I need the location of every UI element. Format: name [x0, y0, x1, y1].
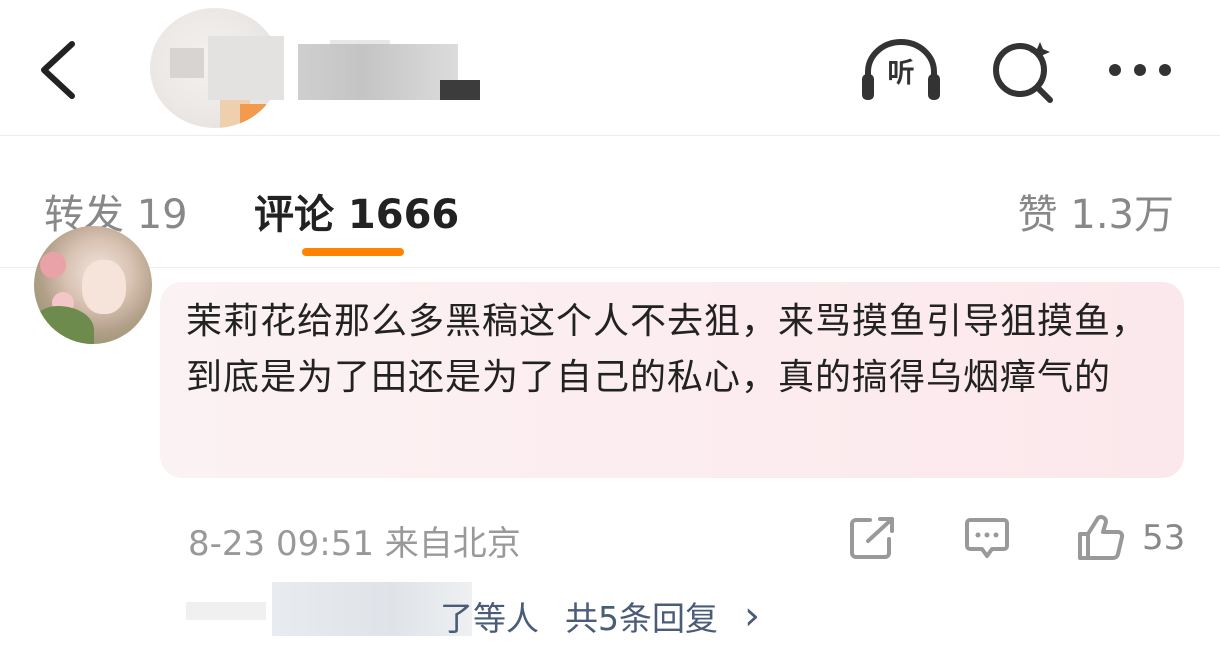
tab-likes[interactable]: 赞 1.3万 [1018, 182, 1174, 240]
view-replies-link[interactable]: 了等人 共5条回复 › [440, 592, 760, 640]
top-bar: 听 [0, 0, 1220, 136]
tab-comments[interactable]: 评论 1666 [254, 182, 459, 240]
share-icon [850, 517, 894, 559]
reply-users-suffix: 了等人 [440, 599, 539, 638]
search-sparkle-icon [993, 42, 1053, 103]
search-button[interactable] [982, 36, 1068, 104]
like-button[interactable]: 53 [1076, 512, 1185, 564]
more-button[interactable] [1100, 36, 1186, 104]
more-dots-icon [1109, 64, 1171, 76]
commenter-avatar[interactable] [34, 226, 152, 344]
share-button[interactable] [848, 512, 898, 564]
chevron-left-icon [41, 41, 75, 99]
comment-meta: 8-23 09:51 来自北京 [188, 524, 521, 564]
thumbs-up-icon [1078, 515, 1125, 560]
like-count: 53 [1142, 518, 1186, 558]
tab-bar: 转发 19 评论 1666 赞 1.3万 [0, 136, 1220, 268]
back-button[interactable] [30, 38, 90, 102]
author-name-blurred [208, 36, 284, 100]
reply-count: 共5条回复 [565, 599, 718, 638]
comment-text: 茉莉花给那么多黑稿这个人不去狙，来骂摸鱼引导狙摸鱼，到底是为了田还是为了自己的私… [186, 301, 1149, 398]
chevron-right-icon: › [744, 593, 760, 639]
listen-button[interactable]: 听 [858, 36, 944, 104]
comment-icon [965, 518, 1009, 558]
listen-label: 听 [887, 57, 915, 89]
comment-bubble: 茉莉花给那么多黑稿这个人不去狙，来骂摸鱼引导狙摸鱼，到底是为了田还是为了自己的私… [160, 282, 1184, 478]
reply-button[interactable] [964, 512, 1010, 564]
active-tab-indicator [302, 248, 404, 256]
